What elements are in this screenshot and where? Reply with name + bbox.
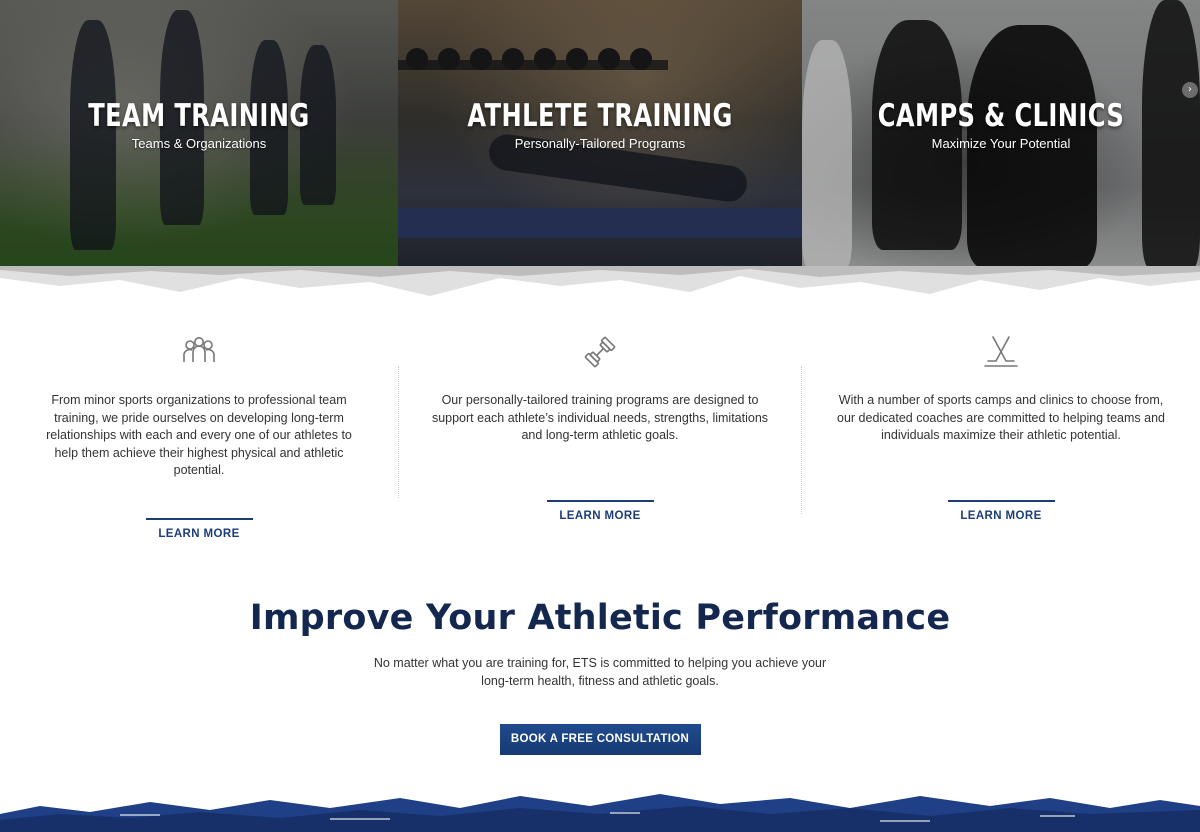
service-description: With a number of sports camps and clinic…: [837, 393, 1165, 442]
cta-section: Improve Your Athletic Performance No mat…: [0, 598, 1200, 755]
learn-more-link[interactable]: LEARN MORE: [145, 517, 253, 540]
panel-title: TEAM TRAINING: [88, 98, 310, 134]
panel-subtitle: Personally-Tailored Programs: [514, 136, 686, 151]
learn-more-link[interactable]: LEARN MORE: [947, 499, 1055, 522]
grunge-footer-edge: [0, 794, 1200, 832]
services-section: From minor sports organizations to profe…: [0, 330, 1200, 541]
learn-more-link[interactable]: LEARN MORE: [546, 499, 654, 522]
service-team-training: From minor sports organizations to profe…: [0, 330, 398, 541]
dumbbell-icon: [584, 336, 616, 368]
service-athlete-training: Our personally-tailored training program…: [398, 330, 802, 541]
team-training-panel[interactable]: TEAM TRAINING Teams & Organizations: [0, 0, 398, 268]
team-people-icon: [183, 337, 215, 362]
service-description: From minor sports organizations to profe…: [46, 393, 352, 477]
panel-subtitle: Teams & Organizations: [131, 136, 267, 151]
camps-clinics-panel[interactable]: CAMPS & CLINICS Maximize Your Potential …: [802, 0, 1200, 268]
panel-subtitle: Maximize Your Potential: [931, 136, 1071, 151]
panel-title: CAMPS & CLINICS: [877, 98, 1125, 134]
service-camps-clinics: With a number of sports camps and clinic…: [802, 330, 1200, 541]
athlete-training-panel[interactable]: ATHLETE TRAINING Personally-Tailored Pro…: [398, 0, 802, 268]
hero-banner: TEAM TRAINING Teams & Organizations ATHL…: [0, 0, 1200, 268]
grunge-edge-divider: [0, 266, 1200, 296]
cta-text: No matter what you are training for, ETS…: [373, 656, 827, 688]
cta-heading: Improve Your Athletic Performance: [249, 598, 951, 638]
crossed-hockey-sticks-icon: [984, 336, 1018, 367]
service-description: Our personally-tailored training program…: [431, 393, 769, 442]
panel-title: ATHLETE TRAINING: [467, 98, 733, 134]
carousel-next-icon[interactable]: ›: [1182, 82, 1198, 98]
book-consultation-button[interactable]: BOOK A FREE CONSULTATION: [499, 724, 701, 755]
